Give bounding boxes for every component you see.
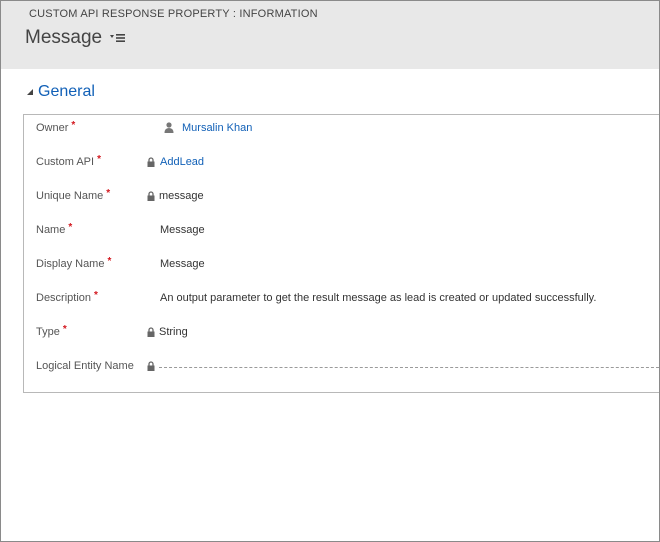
section-header-general[interactable]: General (26, 83, 95, 101)
required-indicator: * (94, 290, 98, 301)
custom-api-value-link[interactable]: AddLead (160, 156, 204, 168)
field-label-type: Type * (36, 324, 67, 338)
required-indicator: * (62, 324, 67, 335)
required-indicator: * (71, 120, 76, 131)
field-row-type: Type * String (24, 319, 659, 349)
required-indicator: * (97, 154, 101, 165)
empty-value-line (159, 367, 659, 368)
required-indicator: * (106, 188, 111, 199)
form-header: CUSTOM API RESPONSE PROPERTY : INFORMATI… (1, 1, 659, 69)
lock-icon (147, 191, 155, 201)
lock-icon (147, 361, 155, 371)
owner-value-link[interactable]: Mursalin Khan (182, 122, 252, 134)
field-label-custom-api: Custom API * (36, 154, 101, 168)
name-field[interactable]: Message (160, 224, 205, 236)
field-label-name: Name * (36, 222, 73, 236)
field-row-unique-name: Unique Name * message (24, 183, 659, 213)
type-value: String (159, 326, 188, 338)
field-label-logical-entity-name: Logical Entity Name (36, 360, 134, 372)
section-general: Owner * Mursalin Khan Custom API * AddLead… (23, 114, 659, 393)
field-row-name: Name * Message (24, 217, 659, 247)
lock-icon (147, 327, 155, 337)
description-field[interactable]: An output parameter to get the result me… (160, 292, 596, 304)
required-indicator: * (107, 256, 112, 267)
entity-label: CUSTOM API RESPONSE PROPERTY : INFORMATI… (29, 8, 318, 20)
field-row-logical-entity-name: Logical Entity Name (24, 353, 659, 383)
field-label-display-name: Display Name * (36, 256, 112, 270)
display-name-field[interactable]: Message (160, 258, 205, 270)
field-label-unique-name: Unique Name * (36, 188, 111, 202)
title-row: Message (25, 27, 126, 49)
form-window: CUSTOM API RESPONSE PROPERTY : INFORMATI… (0, 0, 660, 542)
field-row-custom-api: Custom API * AddLead (24, 149, 659, 179)
record-title: Message (25, 27, 103, 48)
unique-name-value: message (159, 190, 204, 202)
user-icon (164, 122, 174, 133)
field-row-owner: Owner * Mursalin Khan (24, 115, 659, 145)
field-label-description: Description * (36, 290, 98, 304)
field-label-owner: Owner * (36, 120, 76, 134)
collapse-triangle-icon[interactable] (26, 88, 34, 96)
lock-icon (147, 157, 155, 167)
form-body: General Owner * Mursalin Khan Custom API * (11, 69, 659, 541)
required-indicator: * (68, 222, 73, 233)
field-row-display-name: Display Name * Message (24, 251, 659, 281)
form-menu-icon[interactable] (110, 32, 126, 44)
field-row-description: Description * An output parameter to get … (24, 285, 659, 315)
section-title: General (38, 83, 95, 100)
